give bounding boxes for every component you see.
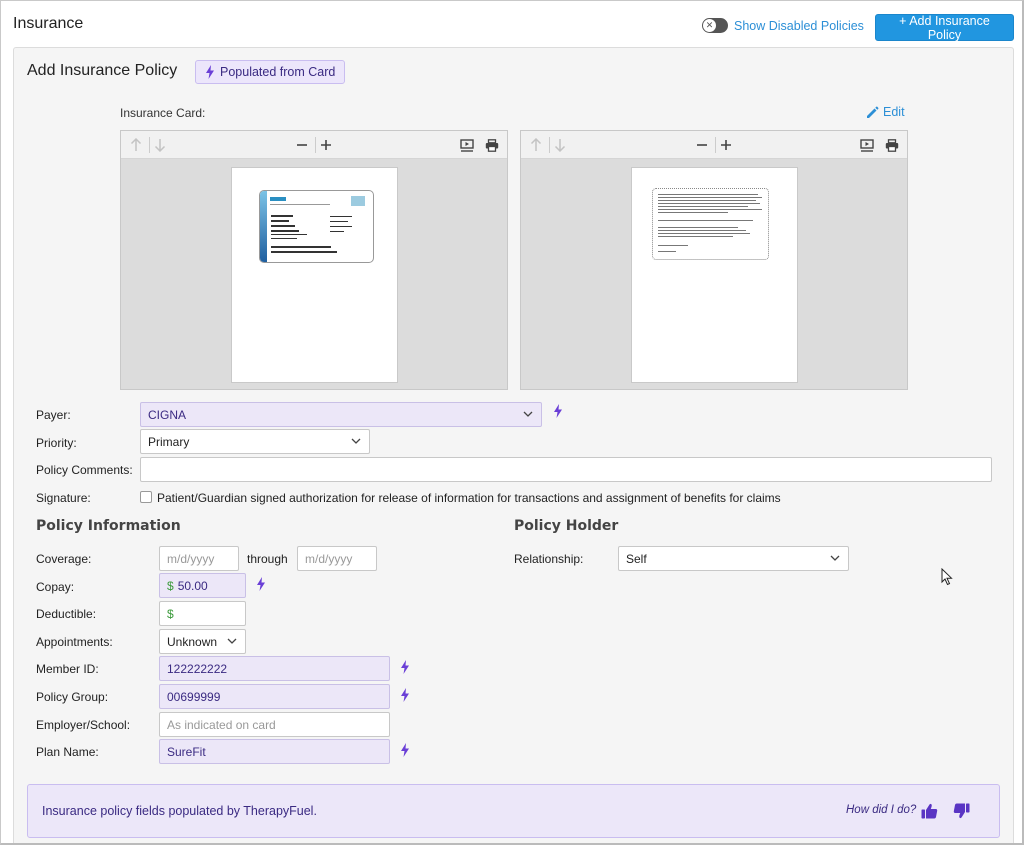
insurance-card-label: Insurance Card: [120, 106, 206, 120]
card-back-image [652, 188, 769, 260]
info-bar-text: Insurance policy fields populated by The… [42, 804, 317, 818]
policy-group-label: Policy Group: [36, 690, 109, 704]
through-label: through [247, 552, 288, 566]
signature-text: Patient/Guardian signed authorization fo… [157, 491, 781, 505]
chevron-down-icon [523, 409, 533, 419]
close-icon: ✕ [703, 19, 716, 32]
show-disabled-toggle[interactable]: ✕ Show Disabled Policies [702, 18, 864, 33]
chevron-down-icon [830, 553, 840, 563]
zoom-in-icon[interactable] [717, 136, 735, 154]
edit-label[interactable]: Edit [883, 105, 905, 119]
card-back-viewer [520, 130, 908, 390]
employer-label: Employer/School: [36, 718, 131, 732]
signature-label: Signature: [36, 491, 91, 505]
plan-name-input[interactable]: SureFit [159, 739, 390, 764]
toggle-switch[interactable]: ✕ [702, 18, 728, 33]
presentation-icon[interactable] [458, 136, 476, 154]
appointments-select[interactable]: Unknown [159, 629, 246, 654]
thumbs-up-icon[interactable] [919, 801, 939, 821]
relationship-label: Relationship: [514, 552, 584, 566]
chevron-down-icon [351, 436, 361, 446]
payer-label: Payer: [36, 408, 71, 422]
print-icon[interactable] [883, 136, 901, 154]
card-front-viewer [120, 130, 508, 390]
deductible-input[interactable]: $ [159, 601, 246, 626]
dollar-icon: $ [167, 606, 174, 621]
add-policy-panel: Add Insurance Policy Populated from Card… [13, 47, 1014, 843]
pencil-icon [867, 106, 879, 118]
panel-title: Add Insurance Policy [27, 62, 178, 79]
appointments-value: Unknown [167, 634, 218, 649]
lightning-icon [205, 65, 215, 79]
feedback-prompt: How did I do? [846, 804, 917, 816]
signature-checkbox[interactable] [140, 491, 152, 503]
edit-card-link[interactable]: Edit [866, 105, 905, 119]
member-id-label: Member ID: [36, 662, 99, 676]
coverage-label: Coverage: [36, 552, 92, 566]
arrow-up-icon[interactable] [127, 136, 145, 154]
show-disabled-label[interactable]: Show Disabled Policies [734, 19, 864, 33]
viewer-toolbar [521, 131, 907, 159]
chevron-down-icon [227, 636, 237, 646]
lightning-icon [554, 404, 562, 418]
relationship-select[interactable]: Self [618, 546, 849, 571]
page-title: Insurance [13, 15, 84, 32]
copay-value: 50.00 [177, 578, 208, 593]
populated-info-bar: Insurance policy fields populated by The… [27, 784, 1000, 838]
arrow-down-icon[interactable] [551, 136, 569, 154]
employer-input[interactable]: As indicated on card [159, 712, 390, 737]
add-insurance-policy-button[interactable]: + Add Insurance Policy [875, 14, 1014, 42]
insurance-page: Insurance ✕ Show Disabled Policies + Add… [0, 0, 1024, 845]
mouse-cursor-icon [941, 568, 953, 586]
member-id-input[interactable]: 122222222 [159, 656, 390, 681]
dollar-icon: $ [167, 578, 174, 593]
priority-value: Primary [148, 434, 190, 449]
coverage-to-input[interactable]: m/d/yyyy [297, 546, 377, 571]
arrow-up-icon[interactable] [527, 136, 545, 154]
payer-select[interactable]: CIGNA [140, 402, 542, 427]
thumbs-down-icon[interactable] [951, 801, 971, 821]
presentation-icon[interactable] [858, 136, 876, 154]
lightning-icon [401, 688, 409, 702]
plan-name-label: Plan Name: [36, 745, 99, 759]
viewer-toolbar [121, 131, 507, 159]
copay-input[interactable]: $ 50.00 [159, 573, 246, 598]
card-back-page [631, 167, 798, 383]
priority-select[interactable]: Primary [140, 429, 370, 454]
priority-label: Priority: [36, 436, 77, 450]
copay-label: Copay: [36, 580, 75, 594]
payer-value: CIGNA [148, 407, 187, 422]
policy-comments-input[interactable] [140, 457, 992, 482]
zoom-out-icon[interactable] [693, 136, 711, 154]
lightning-icon [257, 577, 265, 591]
lightning-icon [401, 660, 409, 674]
card-front-page [231, 167, 398, 383]
policy-information-heading: Policy Information [36, 518, 181, 534]
appointments-label: Appointments: [36, 635, 113, 649]
policy-comments-label: Policy Comments: [36, 463, 133, 477]
policy-holder-heading: Policy Holder [514, 518, 619, 534]
arrow-down-icon[interactable] [151, 136, 169, 154]
coverage-from-input[interactable]: m/d/yyyy [159, 546, 239, 571]
populated-from-card-badge: Populated from Card [195, 60, 346, 84]
deductible-label: Deductible: [36, 607, 97, 621]
card-front-image [259, 190, 374, 263]
zoom-out-icon[interactable] [293, 136, 311, 154]
relationship-value: Self [626, 551, 647, 566]
zoom-in-icon[interactable] [317, 136, 335, 154]
print-icon[interactable] [483, 136, 501, 154]
policy-group-input[interactable]: 00699999 [159, 684, 390, 709]
badge-label: Populated from Card [220, 65, 336, 79]
lightning-icon [401, 743, 409, 757]
